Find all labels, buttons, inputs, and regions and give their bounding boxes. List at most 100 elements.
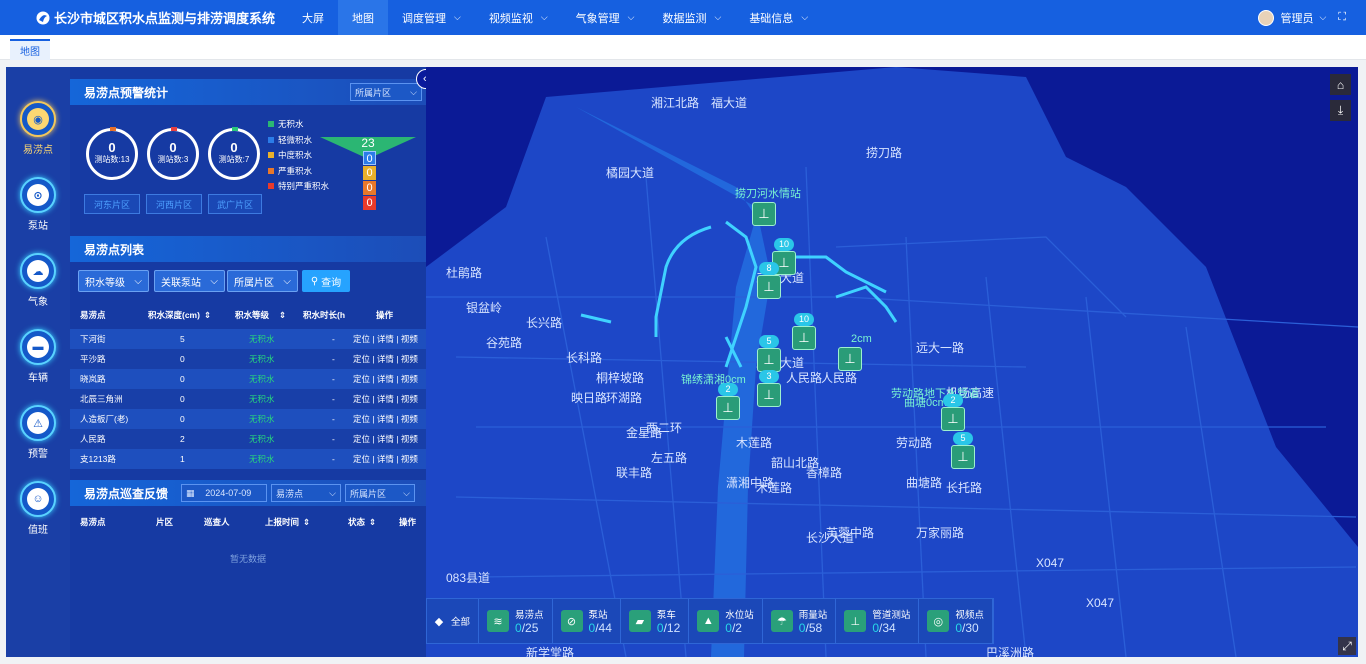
table-row[interactable]: 平沙路 0 无积水 - 定位 | 详情 | 视频 bbox=[70, 349, 426, 369]
layer-toggle-pump-station[interactable]: ⊘ 泵站 0/44 bbox=[553, 599, 621, 643]
fullscreen-icon[interactable]: ⤢ bbox=[1338, 637, 1356, 655]
tab-map[interactable]: 地图 bbox=[10, 39, 50, 60]
patrol-table-header: 易涝点 片区 巡查人 上报时间 ⇕ 状态 ⇕ 操作 bbox=[70, 512, 426, 534]
table-row[interactable]: 人造板厂(老) 0 无积水 - 定位 | 详情 | 视频 bbox=[70, 409, 426, 429]
patrol-type-select[interactable]: 易涝点 ⌵ bbox=[271, 484, 341, 502]
layer-toggle-pump-truck[interactable]: ▰ 泵车 0/12 bbox=[621, 599, 690, 643]
stats-area-select[interactable]: 所属片区 ⌵ bbox=[350, 83, 422, 101]
sidebar-item-duty[interactable]: ☺ 值班 bbox=[6, 481, 70, 536]
road-label: 环湖路 bbox=[606, 390, 642, 405]
cell-duration: - bbox=[332, 374, 335, 384]
cell-actions[interactable]: 定位 | 详情 | 视频 bbox=[353, 449, 418, 469]
layer-label: 泵车 bbox=[656, 610, 676, 621]
nav-item-video[interactable]: 视频监视 ⌵ bbox=[475, 0, 562, 35]
layer-toggle-rain-gauge[interactable]: ☂ 雨量站 0/58 bbox=[763, 599, 837, 643]
marker-count: 2 bbox=[943, 394, 963, 407]
road-label: 长托路 bbox=[946, 480, 982, 495]
sidebar-item-pump-station[interactable]: ⊙ 泵站 bbox=[6, 177, 70, 232]
road-label: 木莲路 bbox=[736, 435, 772, 450]
cell-level: 无积水 bbox=[249, 374, 275, 384]
filter-pump-station[interactable]: 关联泵站 ⌵ bbox=[154, 270, 225, 292]
cell-actions[interactable]: 定位 | 详情 | 视频 bbox=[353, 409, 418, 429]
user-name[interactable]: 管理员 bbox=[1280, 10, 1313, 26]
level-count-extreme: 0 bbox=[363, 196, 376, 210]
sort-icon[interactable]: ⇕ bbox=[279, 305, 286, 325]
road-label: 左五路 bbox=[651, 450, 687, 465]
chevron-down-icon[interactable]: ⌵ bbox=[1319, 12, 1326, 23]
map-view[interactable]: 福大道湘江北路捞刀路橘园大道三一大道杜鹃路银盆岭长兴路谷苑路长科路映日路环湖路金… bbox=[426, 67, 1358, 657]
pipe-station-marker[interactable]: ⊥ bbox=[752, 202, 776, 226]
cell-actions[interactable]: 定位 | 详情 | 视频 bbox=[353, 389, 418, 409]
nav-item-weather[interactable]: 气象管理 ⌵ bbox=[562, 0, 649, 35]
fullscreen-icon[interactable]: ⛶ bbox=[1338, 11, 1346, 24]
layer-toggle-all-layers[interactable]: ◆ 全部 bbox=[427, 599, 480, 643]
table-row[interactable]: 人民路 2 无积水 - 定位 | 详情 | 视频 bbox=[70, 429, 426, 449]
table-row[interactable]: 支1213路 1 无积水 - 定位 | 详情 | 视频 bbox=[70, 449, 426, 469]
home-icon[interactable]: ⌂ bbox=[1330, 74, 1351, 95]
logo-icon bbox=[36, 11, 50, 24]
legend-item: 严重积水 bbox=[268, 164, 329, 180]
layer-toggle-pipe-station[interactable]: ⊥ 管道测站 0/34 bbox=[836, 599, 920, 643]
sort-icon[interactable]: ⇕ bbox=[369, 512, 376, 532]
app-title: 长沙市城区积水点监测与排涝调度系统 bbox=[54, 11, 276, 26]
sidebar-item-vehicle[interactable]: ▬ 车辆 bbox=[6, 329, 70, 384]
road-label: X047 bbox=[1086, 596, 1114, 610]
nav-item-dispatch[interactable]: 调度管理 ⌵ bbox=[388, 0, 475, 35]
sidebar-item-weather[interactable]: ☁ 气象 bbox=[6, 253, 70, 308]
table-row[interactable]: 下河街 5 无积水 - 定位 | 详情 | 视频 bbox=[70, 329, 426, 349]
waterlogging-marker[interactable]: 8 ⊥ bbox=[757, 262, 781, 299]
cell-actions[interactable]: 定位 | 详情 | 视频 bbox=[353, 369, 418, 389]
layer-toggle-waterlogging-point[interactable]: ≋ 易涝点 0/25 bbox=[479, 599, 553, 643]
cell-actions[interactable]: 定位 | 详情 | 视频 bbox=[353, 429, 418, 449]
waterlogging-point-icon: ⊥ bbox=[757, 348, 781, 372]
waterlogging-marker[interactable]: 2 ⊥ bbox=[716, 383, 740, 420]
filter-area[interactable]: 所属片区 ⌵ bbox=[227, 270, 298, 292]
road-label: 福大道 bbox=[711, 95, 747, 110]
top-bar: 长沙市城区积水点监测与排涝调度系统 大屏 地图 调度管理 ⌵ 视频监视 ⌵ 气象管理… bbox=[0, 0, 1366, 35]
cell-depth: 0 bbox=[180, 354, 185, 364]
waterlogging-marker[interactable]: 2 ⊥ bbox=[941, 394, 965, 431]
nav-item-monitoring[interactable]: 数据监测 ⌵ bbox=[648, 0, 735, 35]
sort-icon[interactable]: ⇕ bbox=[303, 512, 310, 532]
waterlogging-marker[interactable]: 5 ⊥ bbox=[951, 432, 975, 469]
filter-water-level[interactable]: 积水等级 ⌵ bbox=[78, 270, 149, 292]
table-row[interactable]: 北辰三角洲 0 无积水 - 定位 | 详情 | 视频 bbox=[70, 389, 426, 409]
zone-button-wuguang[interactable]: 武广片区 bbox=[208, 194, 262, 214]
waterlogging-marker[interactable]: 5 ⊥ bbox=[757, 335, 781, 372]
cell-actions[interactable]: 定位 | 详情 | 视频 bbox=[353, 329, 418, 349]
nav-item-map[interactable]: 地图 bbox=[338, 0, 388, 35]
waterlogging-marker[interactable]: 10 ⊥ bbox=[792, 313, 816, 350]
patrol-date-picker[interactable]: ▦ 2024-07-09 bbox=[181, 484, 267, 502]
sort-icon[interactable]: ⇕ bbox=[204, 305, 211, 325]
download-icon[interactable]: ⤓ bbox=[1330, 100, 1351, 121]
zone-button-hedong[interactable]: 河东片区 bbox=[84, 194, 140, 214]
duty-icon: ☺ bbox=[27, 488, 49, 510]
avatar[interactable] bbox=[1258, 9, 1275, 26]
layer-total: /12 bbox=[663, 621, 681, 635]
map-canvas[interactable]: 福大道湘江北路捞刀路橘园大道三一大道杜鹃路银盆岭长兴路谷苑路长科路映日路环湖路金… bbox=[426, 67, 1358, 657]
nav-item-basic-info[interactable]: 基础信息 ⌵ bbox=[735, 0, 822, 35]
search-icon: ⚲ bbox=[310, 275, 319, 287]
cell-actions[interactable]: 定位 | 详情 | 视频 bbox=[353, 349, 418, 369]
total-count: 23 bbox=[361, 136, 375, 150]
cell-name: 北辰三角洲 bbox=[80, 394, 123, 404]
pipe-station-marker[interactable]: ⊥ bbox=[838, 347, 862, 371]
query-button[interactable]: ⚲ 查询 bbox=[302, 270, 350, 292]
nav-item-dashboard[interactable]: 大屏 bbox=[288, 0, 338, 35]
sidebar-item-waterlogging[interactable]: ◉ 易涝点 bbox=[6, 101, 70, 156]
table-row[interactable]: 晓岚路 0 无积水 - 定位 | 详情 | 视频 bbox=[70, 369, 426, 389]
zone-button-hexi[interactable]: 河西片区 bbox=[146, 194, 202, 214]
sidebar-item-warning[interactable]: ⚠ 预警 bbox=[6, 405, 70, 460]
chevron-down-icon: ⌵ bbox=[454, 12, 461, 22]
layer-toggle-video-point[interactable]: ◎ 视频点 0/30 bbox=[919, 599, 993, 643]
cell-depth: 5 bbox=[180, 334, 185, 344]
road-label: 人民路 bbox=[821, 370, 857, 385]
waterlogging-marker[interactable]: 3 ⊥ bbox=[757, 370, 781, 407]
marker-count: 8 bbox=[759, 262, 779, 275]
layer-toggle-water-level[interactable]: ▲ 水位站 0/2 bbox=[689, 599, 763, 643]
road-label: X047 bbox=[1036, 556, 1064, 570]
rain-gauge-icon: ☂ bbox=[770, 610, 793, 632]
patrol-area-select[interactable]: 所属片区 ⌵ bbox=[345, 484, 415, 502]
road-label: 曲塘路 bbox=[906, 475, 942, 490]
road-label: 远大一路 bbox=[916, 340, 964, 355]
